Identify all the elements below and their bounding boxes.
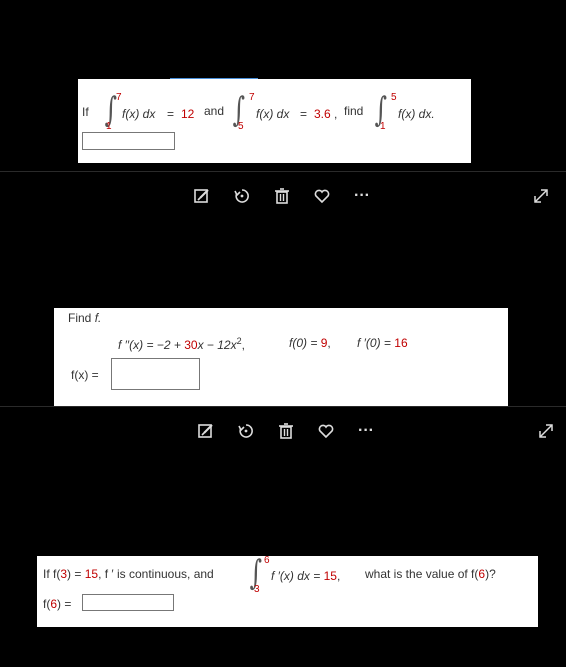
int2-lower: 5: [238, 121, 244, 132]
find-f-heading: Find f.: [68, 311, 101, 325]
expand-icon[interactable]: [533, 188, 549, 209]
int4-value: 15: [323, 569, 337, 583]
int3-lower: 1: [380, 121, 386, 132]
trash-icon[interactable]: [266, 417, 306, 445]
trash-icon[interactable]: [262, 182, 302, 210]
if-text: If: [82, 105, 89, 119]
heart-icon[interactable]: [302, 182, 342, 210]
rotate-icon[interactable]: [226, 417, 266, 445]
p3-mid2: , f ′ is continuous, and: [98, 567, 214, 581]
p3-q-post: )?: [485, 567, 496, 581]
int1-upper: 7: [116, 92, 122, 103]
int2-comma: ,: [334, 107, 338, 121]
eq-30: 30: [184, 338, 198, 352]
answer-input-1[interactable]: [82, 132, 175, 150]
edit-icon[interactable]: [182, 182, 222, 210]
heart-icon[interactable]: [306, 417, 346, 445]
eq-mid: x − 12x: [197, 338, 237, 352]
f0-condition: f(0) = 9,: [289, 336, 331, 350]
edit-icon[interactable]: [186, 417, 226, 445]
fp0-value: 16: [394, 336, 408, 350]
int4-upper: 6: [264, 555, 270, 566]
int2-eq: =: [300, 107, 308, 121]
f0-label: f(0) =: [289, 336, 321, 350]
expand-icon[interactable]: [538, 423, 554, 444]
int2-upper: 7: [249, 92, 255, 103]
int2-integrand: f(x) dx: [256, 107, 290, 121]
answer-label-3: f(6) =: [43, 597, 71, 611]
problem-2-card: Find f. f ′′(x) = −2 + 30x − 12x2, f(0) …: [54, 308, 508, 406]
f-label: f.: [94, 311, 102, 325]
toolbar-2: ···: [186, 417, 386, 445]
int3-upper: 5: [391, 92, 397, 103]
int1-lower: 1: [106, 121, 112, 132]
int1-value: 12: [181, 107, 195, 121]
int4-lower: 3: [254, 584, 260, 595]
int3-integrand: f(x) dx.: [398, 107, 435, 121]
equation: f ′′(x) = −2 + 30x − 12x2,: [118, 336, 245, 352]
problem-3-card: If f(3) = 15, f ′ is continuous, and ∫ 6…: [37, 555, 538, 627]
int1-integrand: f(x) dx: [122, 107, 156, 121]
problem-1-card: If ∫ 7 1 f(x) dx = 12 and ∫ 7 5 f(x) dx …: [78, 79, 471, 163]
more-icon[interactable]: ···: [346, 417, 386, 445]
problem3-premise: If f(3) = 15, f ′ is continuous, and: [43, 567, 214, 581]
int4-comma: ,: [336, 569, 341, 583]
int4-expression: f ′(x) dx = 15,: [271, 569, 340, 583]
int1-eq: =: [167, 107, 175, 121]
a3-post: ) =: [57, 597, 72, 611]
answer-input-2[interactable]: [111, 358, 200, 390]
p3-fifteen: 15: [84, 567, 99, 581]
fp0-label: f ′(0) =: [357, 336, 395, 350]
find-text: find: [344, 104, 364, 118]
fp0-condition: f ′(0) = 16: [357, 336, 408, 350]
toolbar-1: ···: [182, 182, 382, 210]
answer-input-3[interactable]: [82, 594, 174, 611]
int2-value: 3.6: [314, 107, 331, 121]
divider-1: [0, 171, 566, 172]
more-icon[interactable]: ···: [342, 182, 382, 210]
eq-pre: f ′′(x) = −2 +: [118, 338, 185, 352]
find-label: Find: [68, 311, 92, 325]
p3-mid1: ) =: [67, 567, 85, 581]
p3-q-pre: what is the value of f(: [365, 567, 479, 581]
divider-2: [0, 406, 566, 407]
p3-pre: If f(: [43, 567, 61, 581]
int4-integrand: f ′(x) dx =: [271, 569, 324, 583]
and-text: and: [204, 104, 225, 118]
answer-label-2: f(x) =: [71, 368, 99, 382]
eq-comma: ,: [241, 338, 245, 352]
problem3-question: what is the value of f(6)?: [365, 567, 496, 581]
rotate-icon[interactable]: [222, 182, 262, 210]
